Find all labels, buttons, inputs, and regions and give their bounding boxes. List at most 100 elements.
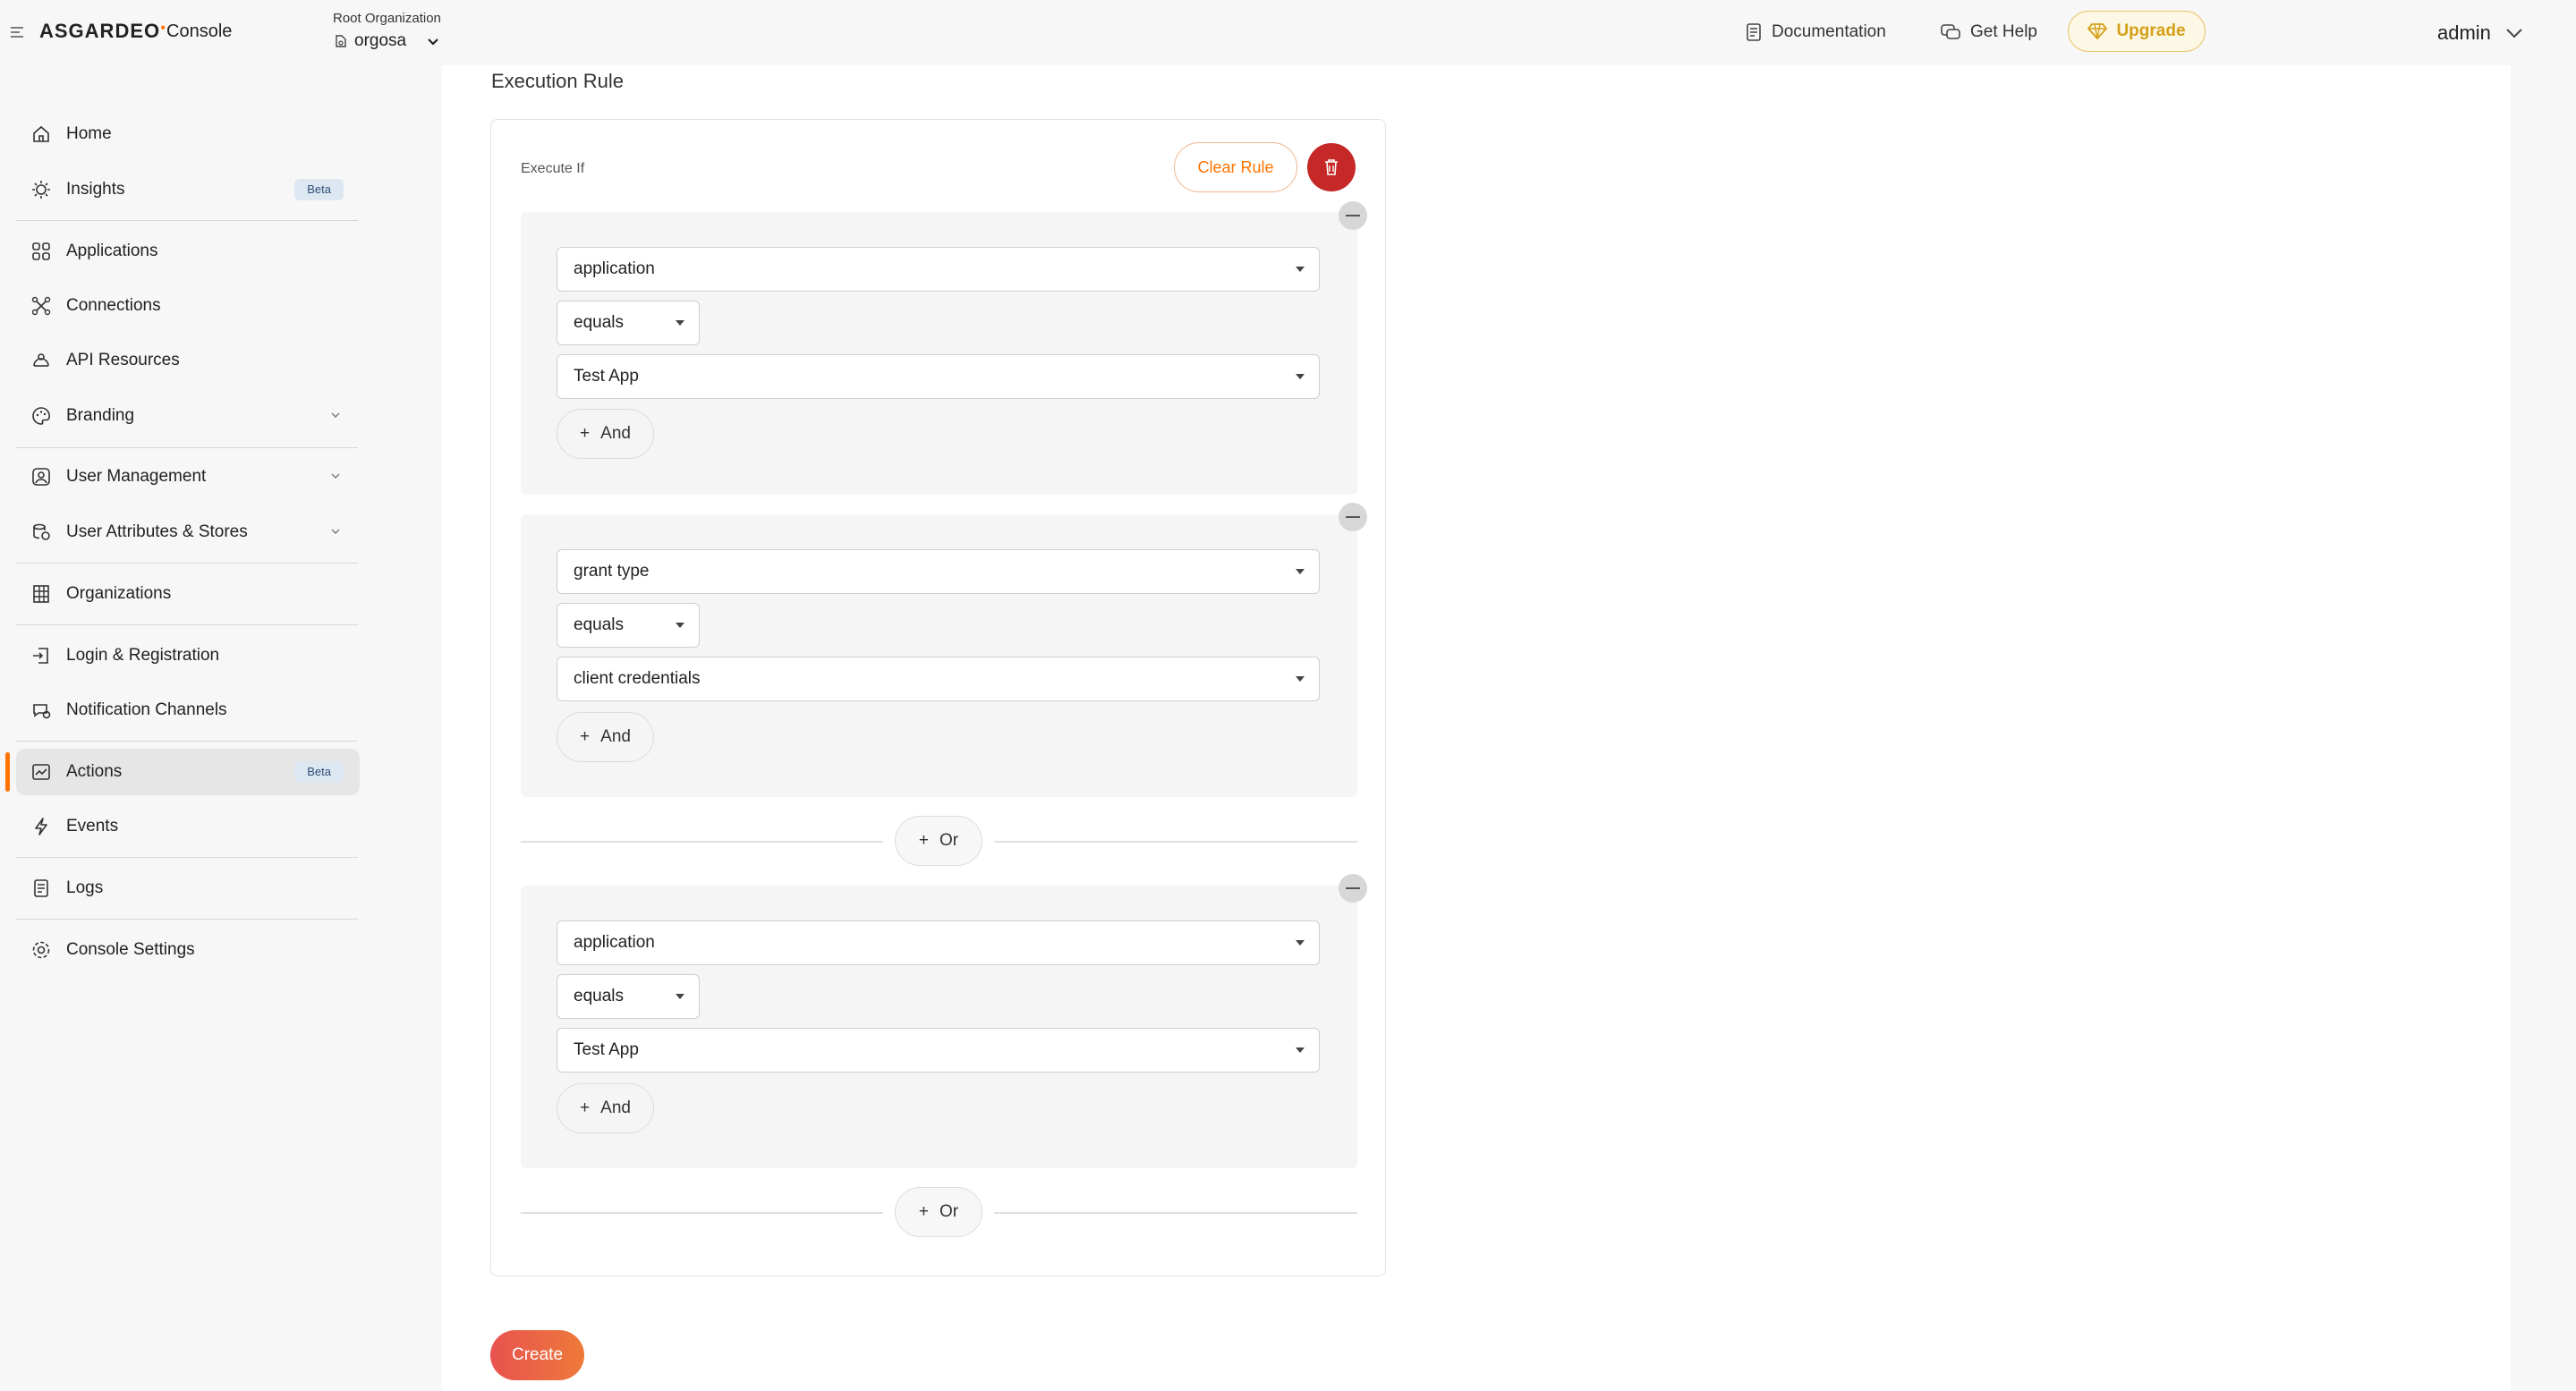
plus-icon: + [580, 727, 591, 746]
clear-rule-button[interactable]: Clear Rule [1174, 142, 1297, 192]
lightbulb-icon [30, 179, 52, 200]
minus-icon [1346, 515, 1360, 519]
api-icon [30, 350, 52, 371]
or-divider-line [994, 1212, 1357, 1214]
caret-down-icon [1296, 267, 1305, 272]
actions-icon [30, 761, 52, 783]
sidebar-item-console-settings[interactable]: Console Settings [16, 927, 360, 973]
chevron-down-icon [428, 38, 438, 46]
sidebar-item-insights[interactable]: Insights Beta [16, 166, 360, 213]
document-icon [1747, 23, 1761, 41]
add-and-button[interactable]: + And [557, 409, 654, 459]
execute-if-label: Execute If [521, 161, 585, 176]
login-icon [30, 645, 52, 666]
operator-select[interactable]: equals [557, 301, 700, 345]
field-select[interactable]: application [557, 247, 1320, 292]
org-name: orgosa [354, 31, 407, 50]
sidebar-item-api-resources[interactable]: API Resources [16, 337, 360, 384]
chat-help-icon [1941, 24, 1960, 39]
field-select[interactable]: application [557, 920, 1320, 965]
caret-down-icon [676, 994, 684, 999]
minus-icon [1346, 886, 1360, 890]
logs-icon [30, 878, 52, 899]
sidebar-divider [16, 624, 358, 625]
sidebar-divider [16, 220, 358, 221]
sidebar-item-actions[interactable]: Actions Beta [16, 749, 360, 795]
diamond-icon [2087, 23, 2108, 40]
value-select[interactable]: client credentials [557, 657, 1320, 701]
user-menu[interactable]: admin [2437, 21, 2523, 45]
sidebar-item-notification-channels[interactable]: Notification Channels [16, 687, 360, 734]
sidebar-item-events[interactable]: Events [16, 803, 360, 850]
connections-icon [30, 295, 52, 317]
menu-toggle-icon[interactable] [9, 23, 27, 41]
plus-icon: + [580, 424, 591, 443]
plus-icon: + [918, 831, 929, 850]
remove-group-button[interactable] [1339, 874, 1367, 903]
chevron-down-icon [331, 412, 340, 418]
caret-down-icon [1296, 940, 1305, 946]
caret-down-icon [1296, 1047, 1305, 1053]
user-name: admin [2437, 21, 2491, 44]
sidebar-item-user-attributes[interactable]: User Attributes & Stores [16, 509, 360, 556]
delete-rule-button[interactable] [1307, 143, 1356, 191]
operator-select[interactable]: equals [557, 603, 700, 648]
active-indicator [5, 752, 10, 792]
trash-icon [1325, 159, 1338, 175]
sidebar-item-user-management[interactable]: User Management [16, 454, 360, 500]
page-section-title: Execution Rule [491, 70, 624, 92]
top-bar: ASGARDEO● Console Root Organization orgo… [0, 0, 2576, 65]
brand-logo[interactable]: ASGARDEO● [39, 20, 166, 43]
sidebar-divider [16, 919, 358, 920]
minus-icon [1346, 214, 1360, 217]
caret-down-icon [1296, 374, 1305, 379]
caret-down-icon [676, 623, 684, 628]
remove-group-button[interactable] [1339, 503, 1367, 531]
remove-group-button[interactable] [1339, 201, 1367, 230]
add-or-button[interactable]: + Or [895, 1187, 982, 1237]
sidebar-item-applications[interactable]: Applications [16, 228, 360, 275]
sidebar-item-branding[interactable]: Branding [16, 393, 360, 439]
palette-icon [30, 405, 52, 427]
documentation-link[interactable]: Documentation [1745, 20, 1886, 45]
settings-icon [30, 939, 52, 961]
field-select[interactable]: grant type [557, 549, 1320, 594]
sidebar-item-logs[interactable]: Logs [16, 865, 360, 912]
beta-badge: Beta [294, 179, 344, 200]
chevron-down-icon [2506, 29, 2522, 38]
chevron-down-icon [331, 529, 340, 534]
brand-product: Console [166, 21, 233, 41]
upgrade-button[interactable]: Upgrade [2068, 11, 2206, 52]
caret-down-icon [676, 320, 684, 326]
org-icon [336, 35, 346, 47]
sidebar-item-home[interactable]: Home [16, 111, 360, 157]
operator-select[interactable]: equals [557, 974, 700, 1019]
caret-down-icon [1296, 676, 1305, 682]
beta-badge: Beta [294, 761, 344, 783]
org-label: Root Organization [333, 11, 441, 26]
plus-icon: + [918, 1202, 929, 1221]
get-help-link[interactable]: Get Help [1940, 20, 2037, 45]
add-or-button[interactable]: + Or [895, 816, 982, 866]
lightning-icon [30, 816, 52, 837]
org-switcher[interactable]: orgosa [333, 30, 440, 52]
attributes-icon [30, 522, 52, 543]
sidebar-divider [16, 741, 358, 742]
or-divider-line [521, 841, 883, 843]
sidebar-item-connections[interactable]: Connections [16, 283, 360, 329]
building-icon [30, 583, 52, 605]
create-button[interactable]: Create [490, 1330, 584, 1380]
home-icon [30, 123, 52, 145]
users-icon [30, 466, 52, 488]
chevron-down-icon [331, 473, 340, 479]
add-and-button[interactable]: + And [557, 1083, 654, 1133]
value-select[interactable]: Test App [557, 354, 1320, 399]
sidebar-item-organizations[interactable]: Organizations [16, 571, 360, 617]
or-divider-line [994, 841, 1357, 843]
grid-icon [30, 241, 52, 262]
or-divider-line [521, 1212, 883, 1214]
sidebar-divider [16, 447, 358, 448]
value-select[interactable]: Test App [557, 1028, 1320, 1073]
add-and-button[interactable]: + And [557, 712, 654, 762]
sidebar-item-login-registration[interactable]: Login & Registration [16, 632, 360, 679]
